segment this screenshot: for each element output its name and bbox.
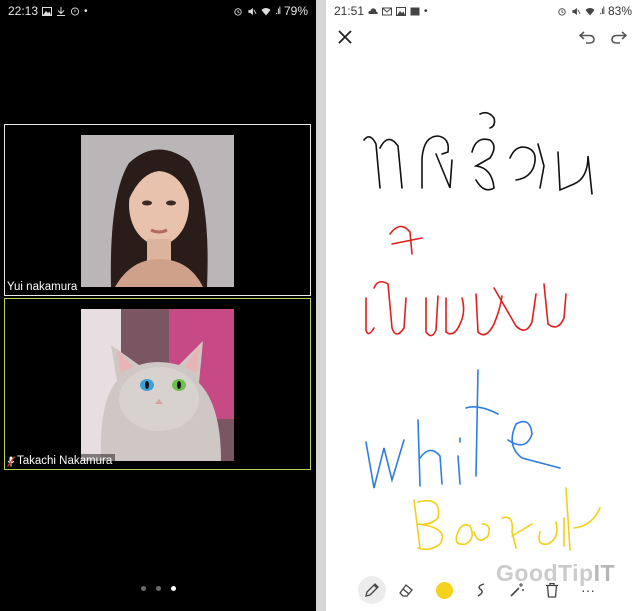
- screenshot-divider: [316, 0, 326, 611]
- status-bar: 21:51 • .ıl 83%: [326, 0, 640, 22]
- pen-tool[interactable]: [358, 576, 386, 604]
- participant-name: Yui nakamura: [7, 281, 78, 293]
- info-icon: [70, 6, 80, 16]
- cloud-icon: [368, 7, 378, 16]
- stroke-word-board: [413, 487, 601, 551]
- page-dot[interactable]: [155, 586, 161, 591]
- participant-name: Takachi Nakamura: [17, 455, 113, 467]
- more-notifications-dot: •: [424, 5, 428, 17]
- more-notifications-dot: •: [84, 5, 88, 17]
- whiteboard-canvas[interactable]: [326, 48, 640, 568]
- close-icon: [338, 30, 352, 44]
- page-dot-active[interactable]: [170, 586, 176, 591]
- stroke-width-tool[interactable]: [467, 576, 495, 604]
- page-indicator: [0, 586, 316, 591]
- wifi-icon: [261, 7, 271, 16]
- left-phone-screen: 22:13 • .ıl 79% Yui nakamura Takachi Nak…: [0, 0, 316, 611]
- signal-icon: .ıl: [599, 5, 605, 17]
- photo-icon: [410, 7, 420, 16]
- eraser-icon: [399, 584, 413, 597]
- mute-icon: [247, 7, 257, 16]
- status-time: 22:13: [8, 4, 39, 18]
- participant-name-tag: Yui nakamura: [5, 280, 81, 295]
- mute-icon: [571, 7, 581, 16]
- participant-name-tag: Takachi Nakamura: [5, 454, 116, 469]
- redo-button[interactable]: [608, 26, 630, 48]
- pencil-icon: [365, 583, 379, 597]
- alarm-icon: [233, 7, 243, 16]
- watermark-text: IT: [593, 560, 616, 586]
- whiteboard-header: [326, 22, 640, 48]
- battery-percent: 79%: [283, 4, 308, 18]
- mic-muted-icon: [6, 455, 16, 467]
- mail-icon: [382, 7, 393, 16]
- participant-video-takachi: [81, 309, 234, 461]
- photo-icon: [42, 6, 53, 16]
- wifi-icon: [585, 7, 595, 16]
- undo-icon: [579, 31, 595, 44]
- battery-percent: 83%: [607, 4, 632, 18]
- close-button[interactable]: [334, 26, 356, 48]
- watermark-logo: GoodTipIT: [496, 560, 615, 587]
- video-tile-takachi[interactable]: Takachi Nakamura: [4, 298, 311, 470]
- participant-video-yui: [81, 135, 234, 287]
- signal-icon: .ıl: [275, 5, 281, 17]
- redo-icon: [611, 31, 627, 44]
- video-tile-yui[interactable]: Yui nakamura: [4, 124, 311, 296]
- stroke-word-thai-test: [363, 111, 593, 195]
- status-bar: 22:13 • .ıl 79%: [0, 0, 316, 22]
- stroke-word-white: [365, 369, 561, 489]
- download-icon: [56, 6, 66, 16]
- photo-icon: [396, 6, 407, 16]
- status-time: 21:51: [334, 4, 365, 18]
- color-swatch: [435, 581, 453, 599]
- stroke-width-icon: [477, 583, 485, 597]
- undo-button[interactable]: [576, 26, 598, 48]
- right-phone-screen: 21:51 • .ıl 83% ··· GoodTipIT: [326, 0, 640, 611]
- watermark-text: GoodTip: [496, 560, 594, 586]
- color-picker[interactable]: [430, 576, 458, 604]
- alarm-icon: [557, 7, 567, 16]
- stroke-word-thai-write: [365, 225, 567, 337]
- eraser-tool[interactable]: [392, 576, 420, 604]
- page-dot[interactable]: [140, 586, 146, 591]
